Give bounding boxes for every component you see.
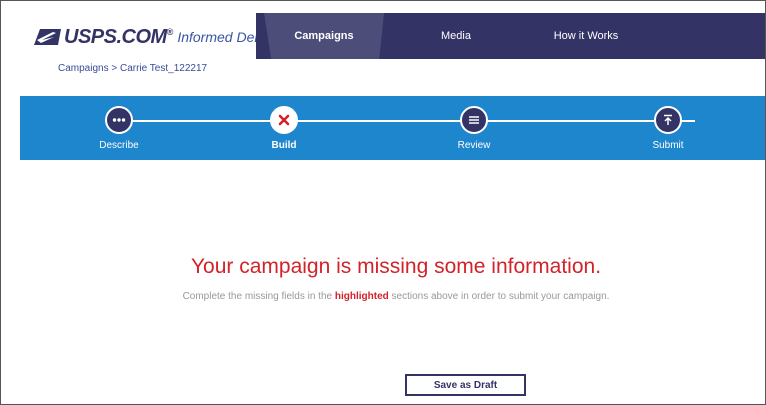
step-build-label: Build	[271, 140, 297, 151]
logo-usps-text: USPS.COM	[64, 25, 167, 48]
tab-campaigns[interactable]: Campaigns	[264, 13, 384, 59]
logo-registered-mark: ®	[166, 27, 174, 37]
missing-info-headline: Your campaign is missing some informatio…	[190, 255, 602, 278]
step-submit-circle	[654, 106, 682, 134]
subtext-after: sections above in order to submit your c…	[388, 291, 610, 302]
ellipsis-icon	[112, 118, 126, 122]
close-icon	[278, 114, 290, 126]
top-nav: Campaigns Media How it Works	[256, 13, 765, 59]
step-describe-circle	[105, 106, 133, 134]
tab-media[interactable]: Media	[411, 13, 501, 59]
usps-logo[interactable]: USPS.COM ® Informed Delivery ○	[34, 25, 293, 49]
campaign-progress-bar: Describe Build Review Submit	[20, 96, 765, 160]
app-frame: USPS.COM ® Informed Delivery ○ Campaigns…	[0, 0, 766, 405]
upload-icon	[664, 114, 672, 125]
eagle-logo-icon	[34, 29, 61, 45]
step-review-label: Review	[457, 140, 491, 151]
step-build-circle	[270, 106, 298, 134]
step-submit-label: Submit	[652, 140, 684, 151]
step-describe-label: Describe	[99, 140, 139, 151]
save-as-draft-button[interactable]: Save as Draft	[405, 374, 526, 396]
tab-how-it-works[interactable]: How it Works	[536, 13, 636, 59]
breadcrumb[interactable]: Campaigns > Carrie Test_122217	[58, 63, 207, 74]
step-review-circle	[460, 106, 488, 134]
missing-info-subtext: Complete the missing fields in the highl…	[1, 291, 765, 302]
progress-track	[112, 120, 695, 122]
lines-icon	[469, 116, 479, 124]
subtext-before: Complete the missing fields in the	[182, 291, 335, 302]
subtext-highlighted: highlighted	[334, 291, 389, 302]
